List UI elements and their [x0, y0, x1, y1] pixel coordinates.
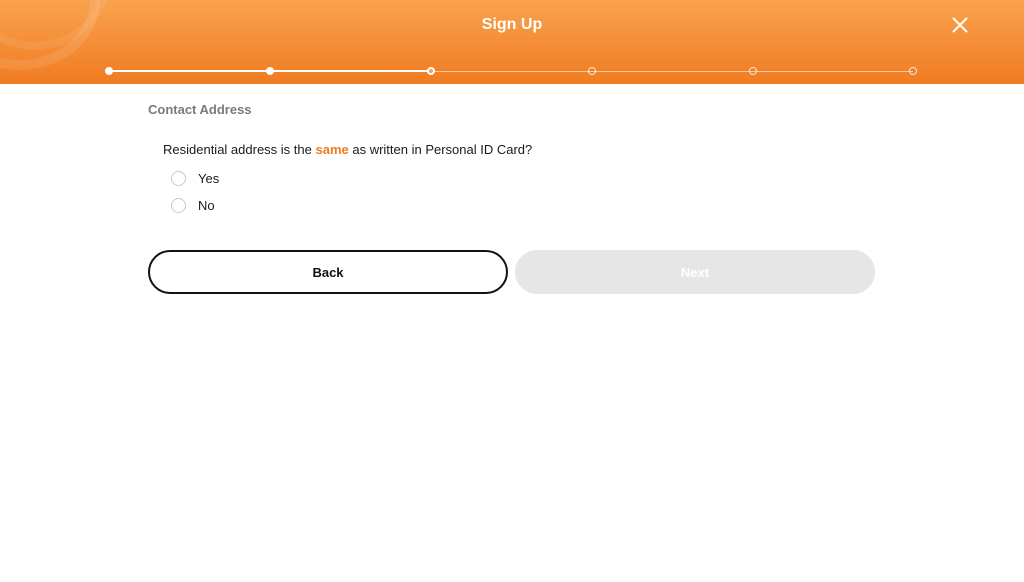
step-connector [753, 71, 913, 72]
question-highlight: same [315, 142, 349, 157]
page-title: Sign Up [481, 16, 543, 33]
close-icon [952, 17, 968, 33]
radio-option-no[interactable]: No [171, 196, 215, 214]
step-connector [270, 70, 431, 72]
step-dot-2 [266, 67, 274, 75]
header-bar: Sign Up [0, 0, 1024, 84]
close-button[interactable] [946, 12, 974, 40]
step-connector [109, 70, 270, 72]
radio-button-no[interactable] [171, 197, 186, 213]
radio-option-yes[interactable]: Yes [171, 169, 219, 187]
question-text: Residential address is the same as writt… [163, 142, 532, 157]
step-dot-3 [427, 67, 435, 75]
next-button[interactable]: Next [515, 250, 875, 294]
section-title: Contact Address [148, 102, 252, 117]
radio-label-yes: Yes [198, 170, 220, 186]
step-dot-1 [105, 67, 113, 75]
step-dot-4 [588, 67, 596, 75]
question-prefix: Residential address is the [163, 142, 316, 157]
question-suffix: as written in Personal ID Card? [348, 142, 533, 157]
progress-stepper [0, 64, 1024, 78]
step-dot-6 [909, 67, 917, 75]
radio-label-no: No [198, 197, 215, 213]
step-dot-5 [749, 67, 757, 75]
radio-button-yes[interactable] [171, 170, 186, 186]
step-connector [592, 71, 753, 72]
step-connector [431, 71, 592, 72]
back-button[interactable]: Back [148, 250, 508, 294]
